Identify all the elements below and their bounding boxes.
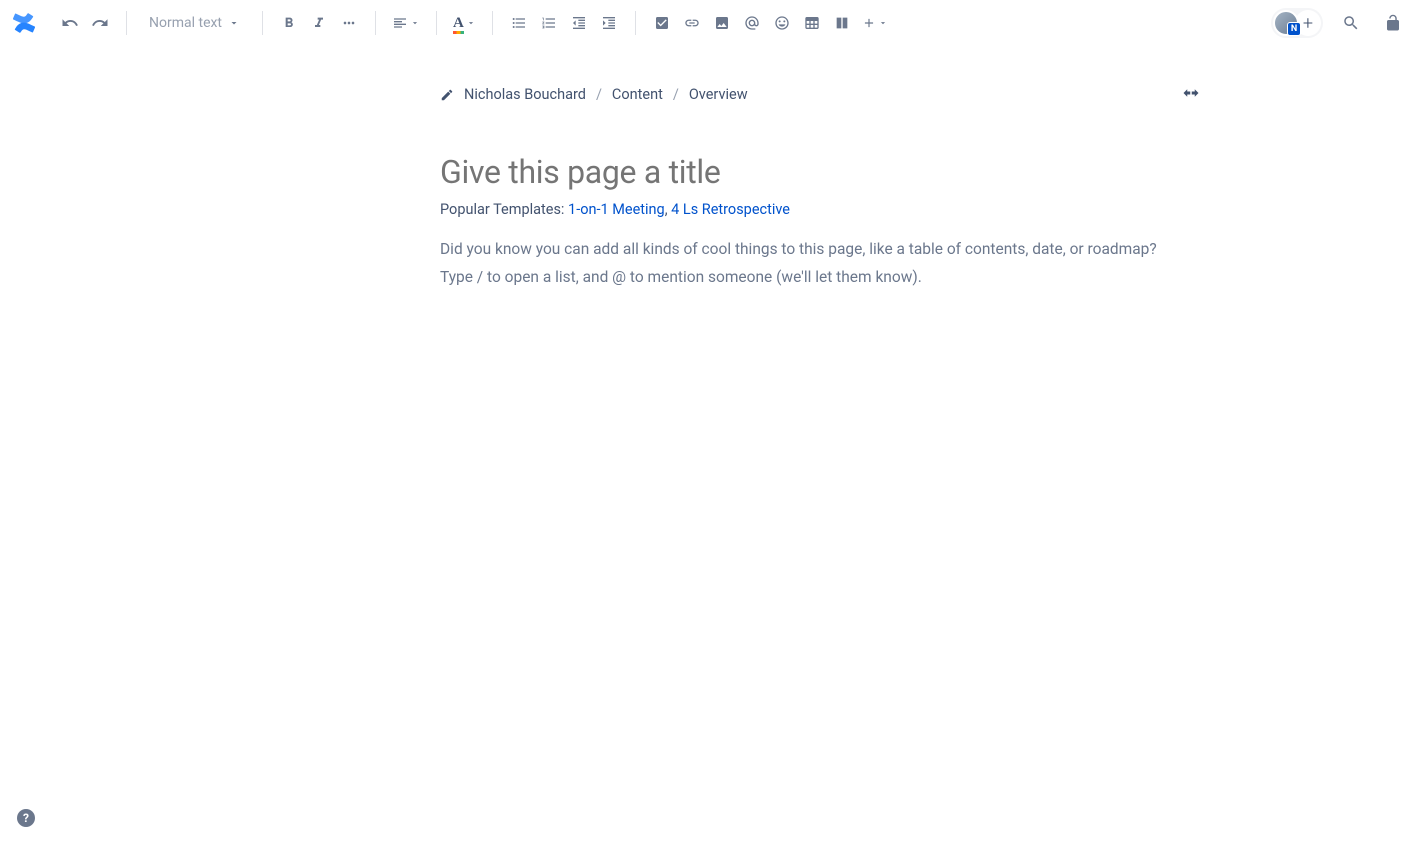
edit-icon	[440, 88, 454, 102]
bold-button[interactable]	[275, 9, 303, 37]
chevron-down-icon	[466, 18, 476, 28]
breadcrumb-item[interactable]: Nicholas Bouchard	[464, 86, 586, 103]
restrictions-button[interactable]	[1379, 9, 1407, 37]
numbered-list-button[interactable]	[535, 9, 563, 37]
templates-label: Popular Templates:	[440, 201, 568, 218]
templates-row: Popular Templates: 1-on-1 Meeting, 4 Ls …	[440, 201, 1200, 218]
editor-toolbar: Normal text A	[0, 0, 1427, 46]
toolbar-divider	[126, 11, 127, 35]
template-link[interactable]: 1-on-1 Meeting	[568, 201, 665, 218]
text-style-dropdown[interactable]: Normal text	[139, 7, 250, 39]
insert-dropdown[interactable]	[858, 9, 892, 37]
page-width-toggle[interactable]	[1182, 86, 1200, 100]
collaborator-avatars: N +	[1271, 8, 1323, 38]
breadcrumb-separator: /	[673, 86, 679, 103]
body-placeholder[interactable]: Did you know you can add all kinds of co…	[440, 236, 1200, 292]
table-button[interactable]	[798, 9, 826, 37]
chevron-down-icon	[878, 18, 888, 28]
toolbar-divider	[635, 11, 636, 35]
action-item-button[interactable]	[648, 9, 676, 37]
redo-button[interactable]	[86, 9, 114, 37]
undo-button[interactable]	[56, 9, 84, 37]
mention-button[interactable]	[738, 9, 766, 37]
chevron-down-icon	[228, 17, 240, 29]
toolbar-divider	[262, 11, 263, 35]
italic-button[interactable]	[305, 9, 333, 37]
breadcrumb-item[interactable]: Content	[612, 86, 663, 103]
toolbar-divider	[492, 11, 493, 35]
outdent-button[interactable]	[565, 9, 593, 37]
body-hint-line: Type / to open a list, and @ to mention …	[440, 264, 1200, 292]
help-icon-label: ?	[23, 811, 29, 825]
text-align-dropdown[interactable]	[388, 9, 424, 37]
breadcrumb: Nicholas Bouchard / Content / Overview	[440, 86, 1200, 103]
body-hint-line: Did you know you can add all kinds of co…	[440, 236, 1200, 264]
breadcrumb-item[interactable]: Overview	[689, 86, 748, 103]
template-link[interactable]: 4 Ls Retrospective	[671, 201, 790, 218]
bullet-list-button[interactable]	[505, 9, 533, 37]
breadcrumb-separator: /	[596, 86, 602, 103]
text-style-label: Normal text	[149, 15, 222, 31]
image-button[interactable]	[708, 9, 736, 37]
more-formatting-button[interactable]	[335, 9, 363, 37]
emoji-button[interactable]	[768, 9, 796, 37]
page-title-input[interactable]	[440, 153, 1200, 191]
indent-button[interactable]	[595, 9, 623, 37]
toolbar-divider	[436, 11, 437, 35]
text-color-dropdown[interactable]: A	[449, 9, 480, 37]
link-button[interactable]	[678, 9, 706, 37]
text-color-icon: A	[453, 15, 464, 32]
user-avatar[interactable]: N	[1273, 10, 1299, 36]
toolbar-divider	[375, 11, 376, 35]
chevron-down-icon	[410, 18, 420, 28]
search-button[interactable]	[1337, 9, 1365, 37]
help-button[interactable]: ?	[17, 809, 35, 827]
confluence-logo[interactable]	[12, 11, 36, 35]
toolbar-right-controls: N +	[1271, 8, 1415, 38]
layouts-button[interactable]	[828, 9, 856, 37]
avatar-badge: N	[1287, 22, 1301, 36]
editor-content: Nicholas Bouchard / Content / Overview P…	[0, 46, 1427, 292]
